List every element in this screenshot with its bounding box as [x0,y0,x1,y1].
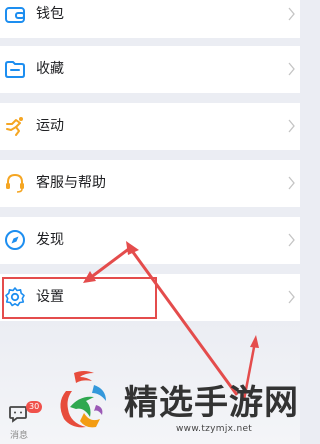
watermark-title: 精选手游网 [124,383,299,423]
menu-item-label: 客服与帮助 [36,175,106,191]
menu-item-label: 钱包 [36,6,64,22]
menu-item-wallet[interactable]: 钱包 [0,0,300,38]
site-watermark: 精选手游网 www.tzymjx.net [50,367,300,444]
chevron-right-icon [288,7,295,21]
unread-badge: 30 [26,401,43,413]
watermark-url: www.tzymjx.net [176,424,253,434]
compass-icon [5,230,25,250]
chevron-right-icon [288,233,295,247]
chat-bubble-icon [9,406,27,423]
tab-label: 消息 [10,431,29,441]
chevron-right-icon [288,176,295,190]
annotation-highlight-box [2,277,157,319]
watermark-logo-icon [60,371,106,428]
headset-icon [6,173,24,193]
favorites-folder-icon [5,61,25,78]
menu-item-sport[interactable]: 运动 [0,103,300,150]
chevron-right-icon [288,119,295,133]
menu-item-label: 收藏 [36,61,64,77]
menu-item-label: 发现 [36,232,64,248]
chevron-right-icon [288,62,295,76]
settings-menu-screen: 钱包 收藏 运动 客服与帮助 发现 设置 30 消息 精选手游网 www.tzy… [0,0,300,444]
chevron-right-icon [288,290,295,304]
tab-messages[interactable]: 30 消息 [6,398,43,442]
wallet-icon [5,7,25,23]
menu-item-label: 运动 [36,118,64,134]
menu-item-discover[interactable]: 发现 [0,217,300,264]
menu-item-customer-service[interactable]: 客服与帮助 [0,160,300,207]
menu-item-favorites[interactable]: 收藏 [0,46,300,93]
running-icon [6,117,23,136]
